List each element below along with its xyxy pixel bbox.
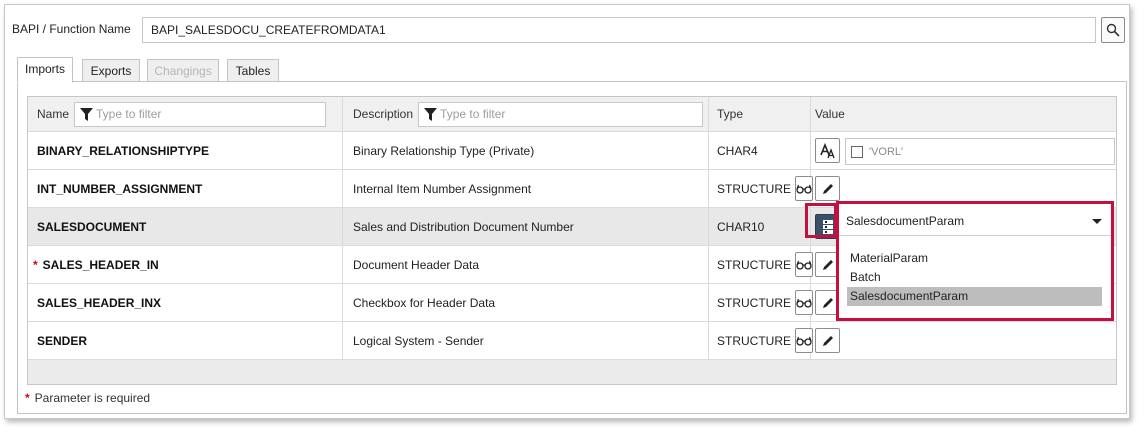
type-cell: STRUCTURE: [709, 284, 813, 321]
type-cell: STRUCTURE: [709, 246, 813, 283]
value-column-label: Value: [815, 107, 845, 121]
grid-empty-row: [28, 360, 1116, 384]
name-filter-input[interactable]: Type to filter: [74, 101, 327, 127]
parameter-select-value: SalesdocumentParam: [846, 214, 965, 228]
description-cell: Internal Item Number Assignment: [343, 170, 709, 207]
name-cell: * SALES_HEADER_IN: [28, 246, 343, 283]
bapi-name-label: BAPI / Function Name: [12, 22, 131, 36]
table-row[interactable]: BINARY_RELATIONSHIPTYPE Binary Relations…: [28, 132, 1116, 170]
param-description: Internal Item Number Assignment: [353, 181, 532, 196]
option-salesdocumentparam[interactable]: SalesdocumentParam: [847, 287, 1102, 306]
name-cell: SALES_HEADER_INX: [28, 284, 343, 321]
filter-icon: [80, 107, 94, 121]
type-cell: STRUCTURE: [709, 170, 813, 207]
option-batch[interactable]: Batch: [847, 268, 1102, 287]
param-description: Binary Relationship Type (Private): [353, 143, 535, 158]
description-cell: Document Header Data: [343, 246, 709, 283]
value-column-header: Value: [811, 97, 1116, 131]
param-description: Sales and Distribution Document Number: [353, 219, 574, 234]
param-type: STRUCTURE: [717, 295, 791, 310]
name-cell: SENDER: [28, 322, 343, 359]
param-name: SENDER: [37, 333, 88, 348]
tab-changings: Changings: [147, 59, 219, 82]
description-cell: Logical System - Sender: [343, 322, 709, 359]
description-column-label: Description: [353, 107, 414, 121]
name-cell: INT_NUMBER_ASSIGNMENT: [28, 170, 343, 207]
param-type: STRUCTURE: [717, 181, 791, 196]
edit-button[interactable]: [815, 176, 840, 201]
description-cell: Checkbox for Header Data: [343, 284, 709, 321]
name-cell: BINARY_RELATIONSHIPTYPE: [28, 132, 343, 169]
char-value-field[interactable]: 'VORL': [845, 138, 1115, 165]
edit-button[interactable]: [815, 328, 840, 353]
pencil-icon: [822, 183, 833, 194]
pencil-icon: [822, 297, 833, 308]
description-filter-input[interactable]: Type to filter: [418, 101, 704, 127]
name-column-header: Name Type to filter: [28, 97, 343, 131]
required-marker: *: [33, 257, 38, 272]
param-name: INT_NUMBER_ASSIGNMENT: [37, 181, 203, 196]
glasses-icon: [796, 298, 812, 308]
value-cell: 'VORL': [811, 132, 1116, 169]
text-value-button[interactable]: [815, 138, 840, 163]
glasses-icon: [796, 184, 812, 194]
char-value-text: 'VORL': [869, 145, 904, 158]
type-column-header: Type: [709, 97, 811, 131]
param-description: Logical System - Sender: [353, 333, 484, 348]
type-cell: STRUCTURE: [709, 322, 813, 359]
pencil-icon: [822, 335, 833, 346]
param-type: STRUCTURE: [717, 333, 791, 348]
description-cell: Sales and Distribution Document Number: [343, 208, 709, 245]
pencil-icon: [822, 259, 833, 270]
required-footnote: * Parameter is required: [25, 391, 150, 405]
tab-tables[interactable]: Tables: [227, 59, 279, 82]
name-cell: SALESDOCUMENT: [28, 208, 343, 245]
table-row[interactable]: SENDER Logical System - Sender STRUCTURE: [28, 322, 1116, 360]
param-type: STRUCTURE: [717, 257, 791, 272]
type-cell: CHAR4: [709, 132, 811, 169]
param-type: CHAR4: [717, 143, 758, 158]
param-description: Document Header Data: [353, 257, 480, 272]
param-name: SALES_HEADER_IN: [42, 257, 159, 272]
value-checkbox[interactable]: [851, 145, 863, 158]
param-name: BINARY_RELATIONSHIPTYPE: [37, 143, 210, 158]
param-name: SALES_HEADER_INX: [37, 295, 162, 310]
tab-imports[interactable]: Imports: [17, 57, 73, 83]
type-cell: CHAR10: [709, 208, 811, 245]
parameter-dropdown[interactable]: SalesdocumentParam MaterialParam Batch S…: [836, 201, 1114, 321]
name-column-label: Name: [37, 107, 70, 121]
text-format-icon: [819, 142, 835, 158]
search-icon: [1106, 23, 1120, 37]
glasses-icon: [796, 336, 812, 346]
filter-icon: [424, 107, 438, 121]
param-name: SALESDOCUMENT: [37, 219, 147, 234]
required-footnote-text: Parameter is required: [34, 391, 151, 405]
tab-exports[interactable]: Exports: [82, 59, 140, 82]
option-materialparam[interactable]: MaterialParam: [847, 249, 1102, 268]
name-filter-placeholder: Type to filter: [96, 107, 162, 121]
required-marker: *: [25, 391, 30, 405]
param-type: CHAR10: [717, 219, 765, 234]
grid-header-row: Name Type to filter Description Type to …: [28, 97, 1116, 132]
value-cell: [811, 322, 1116, 359]
bapi-name-input[interactable]: BAPI_SALESDOCU_CREATEFROMDATA1: [142, 17, 1096, 43]
parameter-options-list: MaterialParam Batch SalesdocumentParam: [847, 249, 1102, 306]
glasses-icon: [796, 260, 812, 270]
search-button[interactable]: [1101, 17, 1125, 43]
type-column-label: Type: [717, 107, 744, 121]
parameter-list-icon: [822, 219, 833, 234]
chevron-down-icon[interactable]: [1092, 219, 1102, 224]
parameter-select[interactable]: SalesdocumentParam: [839, 207, 1111, 236]
description-column-header: Description Type to filter: [343, 97, 709, 131]
description-filter-placeholder: Type to filter: [440, 107, 506, 121]
description-cell: Binary Relationship Type (Private): [343, 132, 709, 169]
param-description: Checkbox for Header Data: [353, 295, 496, 310]
